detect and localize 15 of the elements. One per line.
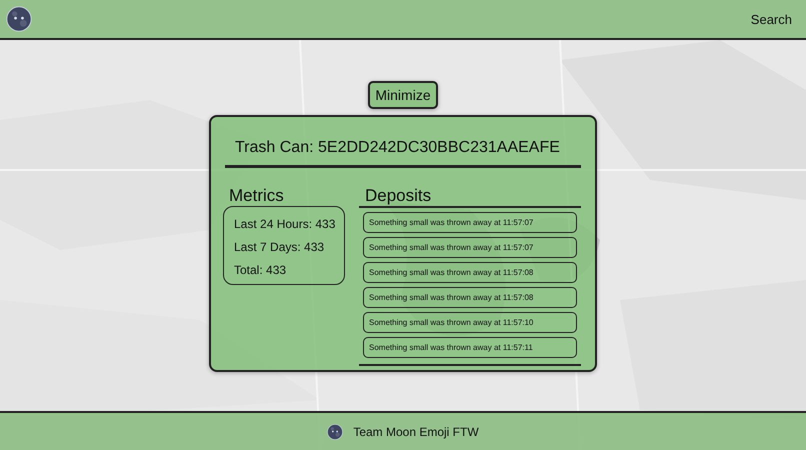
search-link[interactable]: Search	[750, 12, 792, 26]
deposits-heading: Deposits	[359, 186, 581, 208]
deposit-item: Something small was thrown away at 11:57:07	[363, 212, 577, 233]
metric-text: Last 7 Days: 433	[234, 239, 326, 256]
deposit-item: Something small was thrown away at 11:57:10	[363, 312, 577, 333]
deposit-item: Something small was thrown away at 11:57:07	[363, 237, 577, 258]
deposit-item: Something small was thrown away at 11:57:08	[363, 287, 577, 308]
minimize-button[interactable]: Minimize	[368, 81, 438, 109]
team-name: Team Moon Emoji FTW	[353, 424, 479, 438]
metric-text: Total: 433	[234, 262, 288, 279]
metric-text: Last 24 Hours: 433	[234, 216, 336, 233]
panel-title: Trash Can: 5E2DD242DC30BBC231AAEAFE	[225, 139, 581, 168]
deposit-item: Something small was thrown away at 11:57:08	[363, 262, 577, 283]
deposit-item: Something small was thrown away at 11:57:11	[363, 337, 577, 358]
metrics-heading: Metrics	[228, 186, 285, 206]
